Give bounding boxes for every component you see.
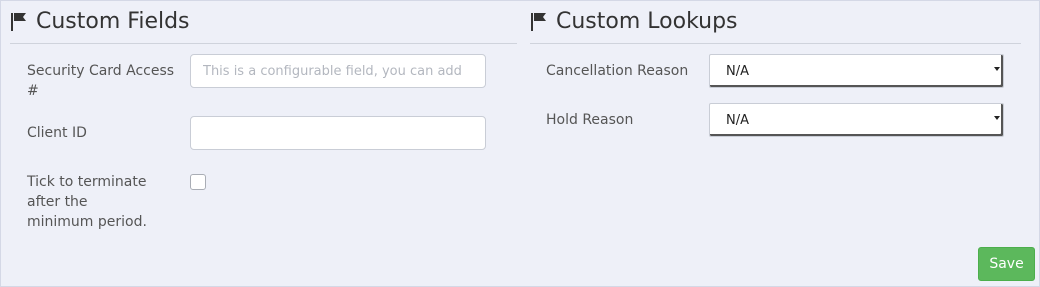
field-label-client-id: Client ID (27, 125, 87, 141)
field-label-security-card: Security Card Access # (27, 63, 175, 99)
custom-fields-section: Custom Fields (10, 0, 517, 44)
section-title: Custom Fields (36, 9, 190, 34)
lookup-label-cancellation-reason: Cancellation Reason (546, 63, 689, 79)
field-label-terminate: Tick to terminate after the minimum peri… (27, 174, 147, 230)
custom-fields-header: Custom Fields (10, 0, 517, 44)
hold-reason-select[interactable]: N/A (709, 103, 1004, 137)
flag-icon (11, 12, 26, 31)
terminate-checkbox[interactable] (190, 174, 206, 190)
cancellation-reason-select[interactable]: N/A (709, 54, 1004, 88)
lookup-label-hold-reason: Hold Reason (546, 112, 634, 128)
select-value: N/A (726, 113, 749, 128)
select-value: N/A (726, 64, 749, 79)
chevron-down-icon (994, 67, 1000, 71)
flag-icon (531, 12, 546, 31)
chevron-down-icon (994, 116, 1000, 120)
section-title: Custom Lookups (556, 9, 738, 34)
security-card-input[interactable] (190, 54, 486, 88)
custom-lookups-header: Custom Lookups (530, 0, 1021, 44)
save-button[interactable]: Save (978, 247, 1035, 281)
client-id-input[interactable] (190, 116, 486, 150)
custom-lookups-section: Custom Lookups (530, 0, 1021, 44)
